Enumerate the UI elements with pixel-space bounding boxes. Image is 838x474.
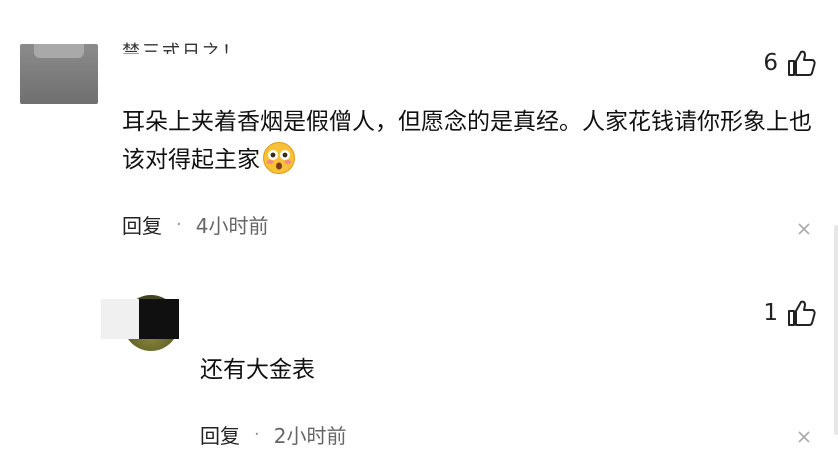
like-count: 1 (763, 300, 778, 326)
avatar[interactable] (20, 44, 98, 104)
avatar[interactable] (101, 293, 181, 355)
meta-separator: · (254, 424, 260, 445)
comment-text: 耳朵上夹着香烟是假僧人，但愿念的是真经。人家花钱请你形象上也该对得起主家 (122, 103, 822, 179)
close-icon[interactable] (796, 429, 812, 445)
comment-meta: 回复 · 4小时前 (122, 210, 268, 239)
thumbs-up-icon (788, 50, 816, 76)
reply-button[interactable]: 回复 (122, 210, 162, 239)
scrollbar[interactable] (834, 225, 838, 435)
comment-text: 还有大金表 (200, 357, 315, 383)
timestamp: 4小时前 (195, 214, 269, 238)
meta-separator: · (176, 214, 182, 235)
comment-meta: 回复 · 2小时前 (200, 420, 346, 449)
comment-body: 耳朵上夹着香烟是假僧人，但愿念的是真经。人家花钱请你形象上也该对得起主家 (122, 109, 812, 173)
like-count: 6 (763, 50, 778, 76)
like-button[interactable]: 6 (763, 48, 816, 78)
timestamp: 2小时前 (273, 424, 347, 448)
flushed-face-emoji (263, 142, 295, 174)
reply-comment-item: 1 还有大金表 回复 · 2小时前 (0, 265, 838, 474)
thumbs-up-icon (788, 300, 816, 326)
close-icon[interactable] (796, 221, 812, 237)
username[interactable]: 禁三式日之！ (122, 40, 242, 54)
like-button[interactable]: 1 (763, 298, 816, 328)
reply-button[interactable]: 回复 (200, 420, 240, 449)
comment-item: 禁三式日之！ 6 耳朵上夹着香烟是假僧人，但愿念的是真经。人家花钱请你形象上也该… (0, 0, 838, 265)
